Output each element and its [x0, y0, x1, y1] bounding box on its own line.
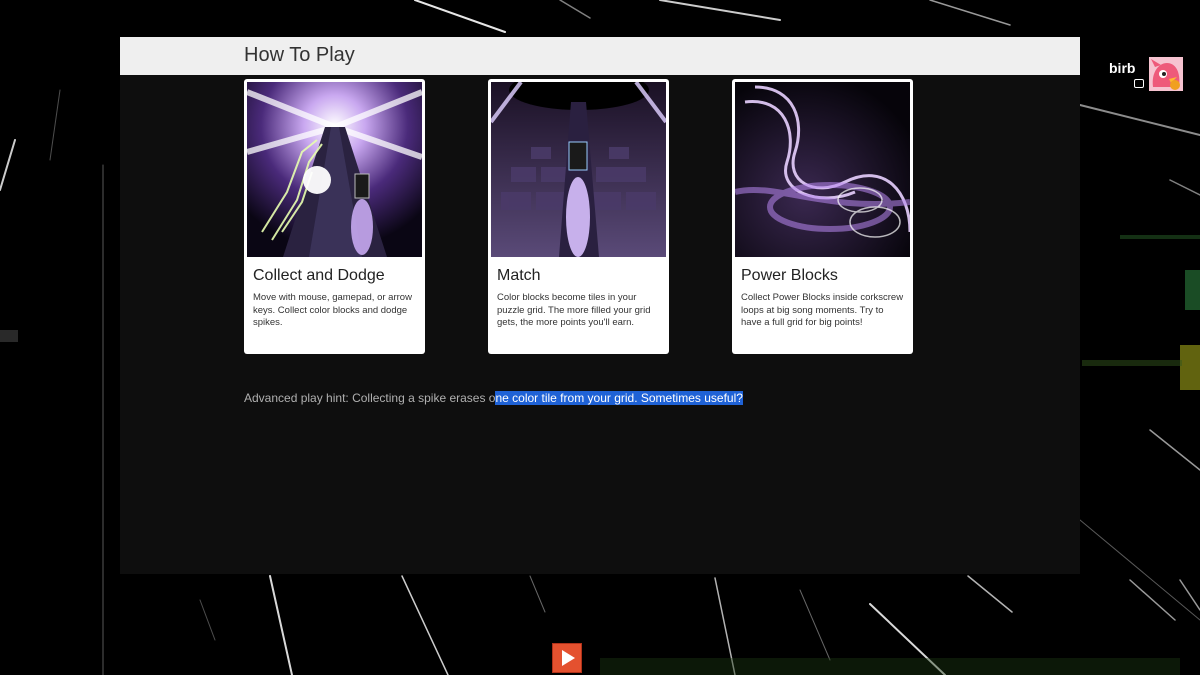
card-power-blocks: Power Blocks Collect Power Blocks inside…	[732, 79, 913, 354]
play-icon	[562, 650, 575, 666]
card-title: Power Blocks	[741, 267, 838, 284]
hint-text-selected: ne color tile from your grid. Sometimes …	[495, 391, 743, 405]
how-to-play-panel: How To Play Collect and Dodge Move with …	[120, 37, 1080, 574]
card-description: Move with mouse, gamepad, or arrow keys.…	[253, 292, 412, 328]
advanced-play-hint: Advanced play hint: Collecting a spike e…	[244, 391, 743, 405]
user-status-icon	[1134, 79, 1144, 88]
user-name[interactable]: birb	[1109, 60, 1135, 76]
card-title: Match	[497, 267, 541, 284]
hint-text-unselected: Advanced play hint: Collecting a spike e…	[244, 391, 496, 405]
card-title: Collect and Dodge	[253, 267, 385, 284]
card-match: Match Color blocks become tiles in your …	[488, 79, 669, 354]
play-button[interactable]	[552, 643, 582, 673]
card-thumbnail-power-blocks	[735, 82, 910, 257]
panel-header: How To Play	[120, 37, 1080, 75]
pink-cartoon-avatar-icon[interactable]	[1149, 57, 1183, 91]
game-stage: How To Play Collect and Dodge Move with …	[0, 0, 1200, 675]
card-collect-and-dodge: Collect and Dodge Move with mouse, gamep…	[244, 79, 425, 354]
card-description: Color blocks become tiles in your puzzle…	[497, 292, 651, 328]
card-description: Collect Power Blocks inside corkscrew lo…	[741, 292, 904, 328]
card-thumbnail-collect-and-dodge	[247, 82, 422, 257]
card-thumbnail-match	[491, 82, 666, 257]
panel-title: How To Play	[244, 44, 355, 66]
user-badge[interactable]: birb	[1109, 57, 1185, 93]
